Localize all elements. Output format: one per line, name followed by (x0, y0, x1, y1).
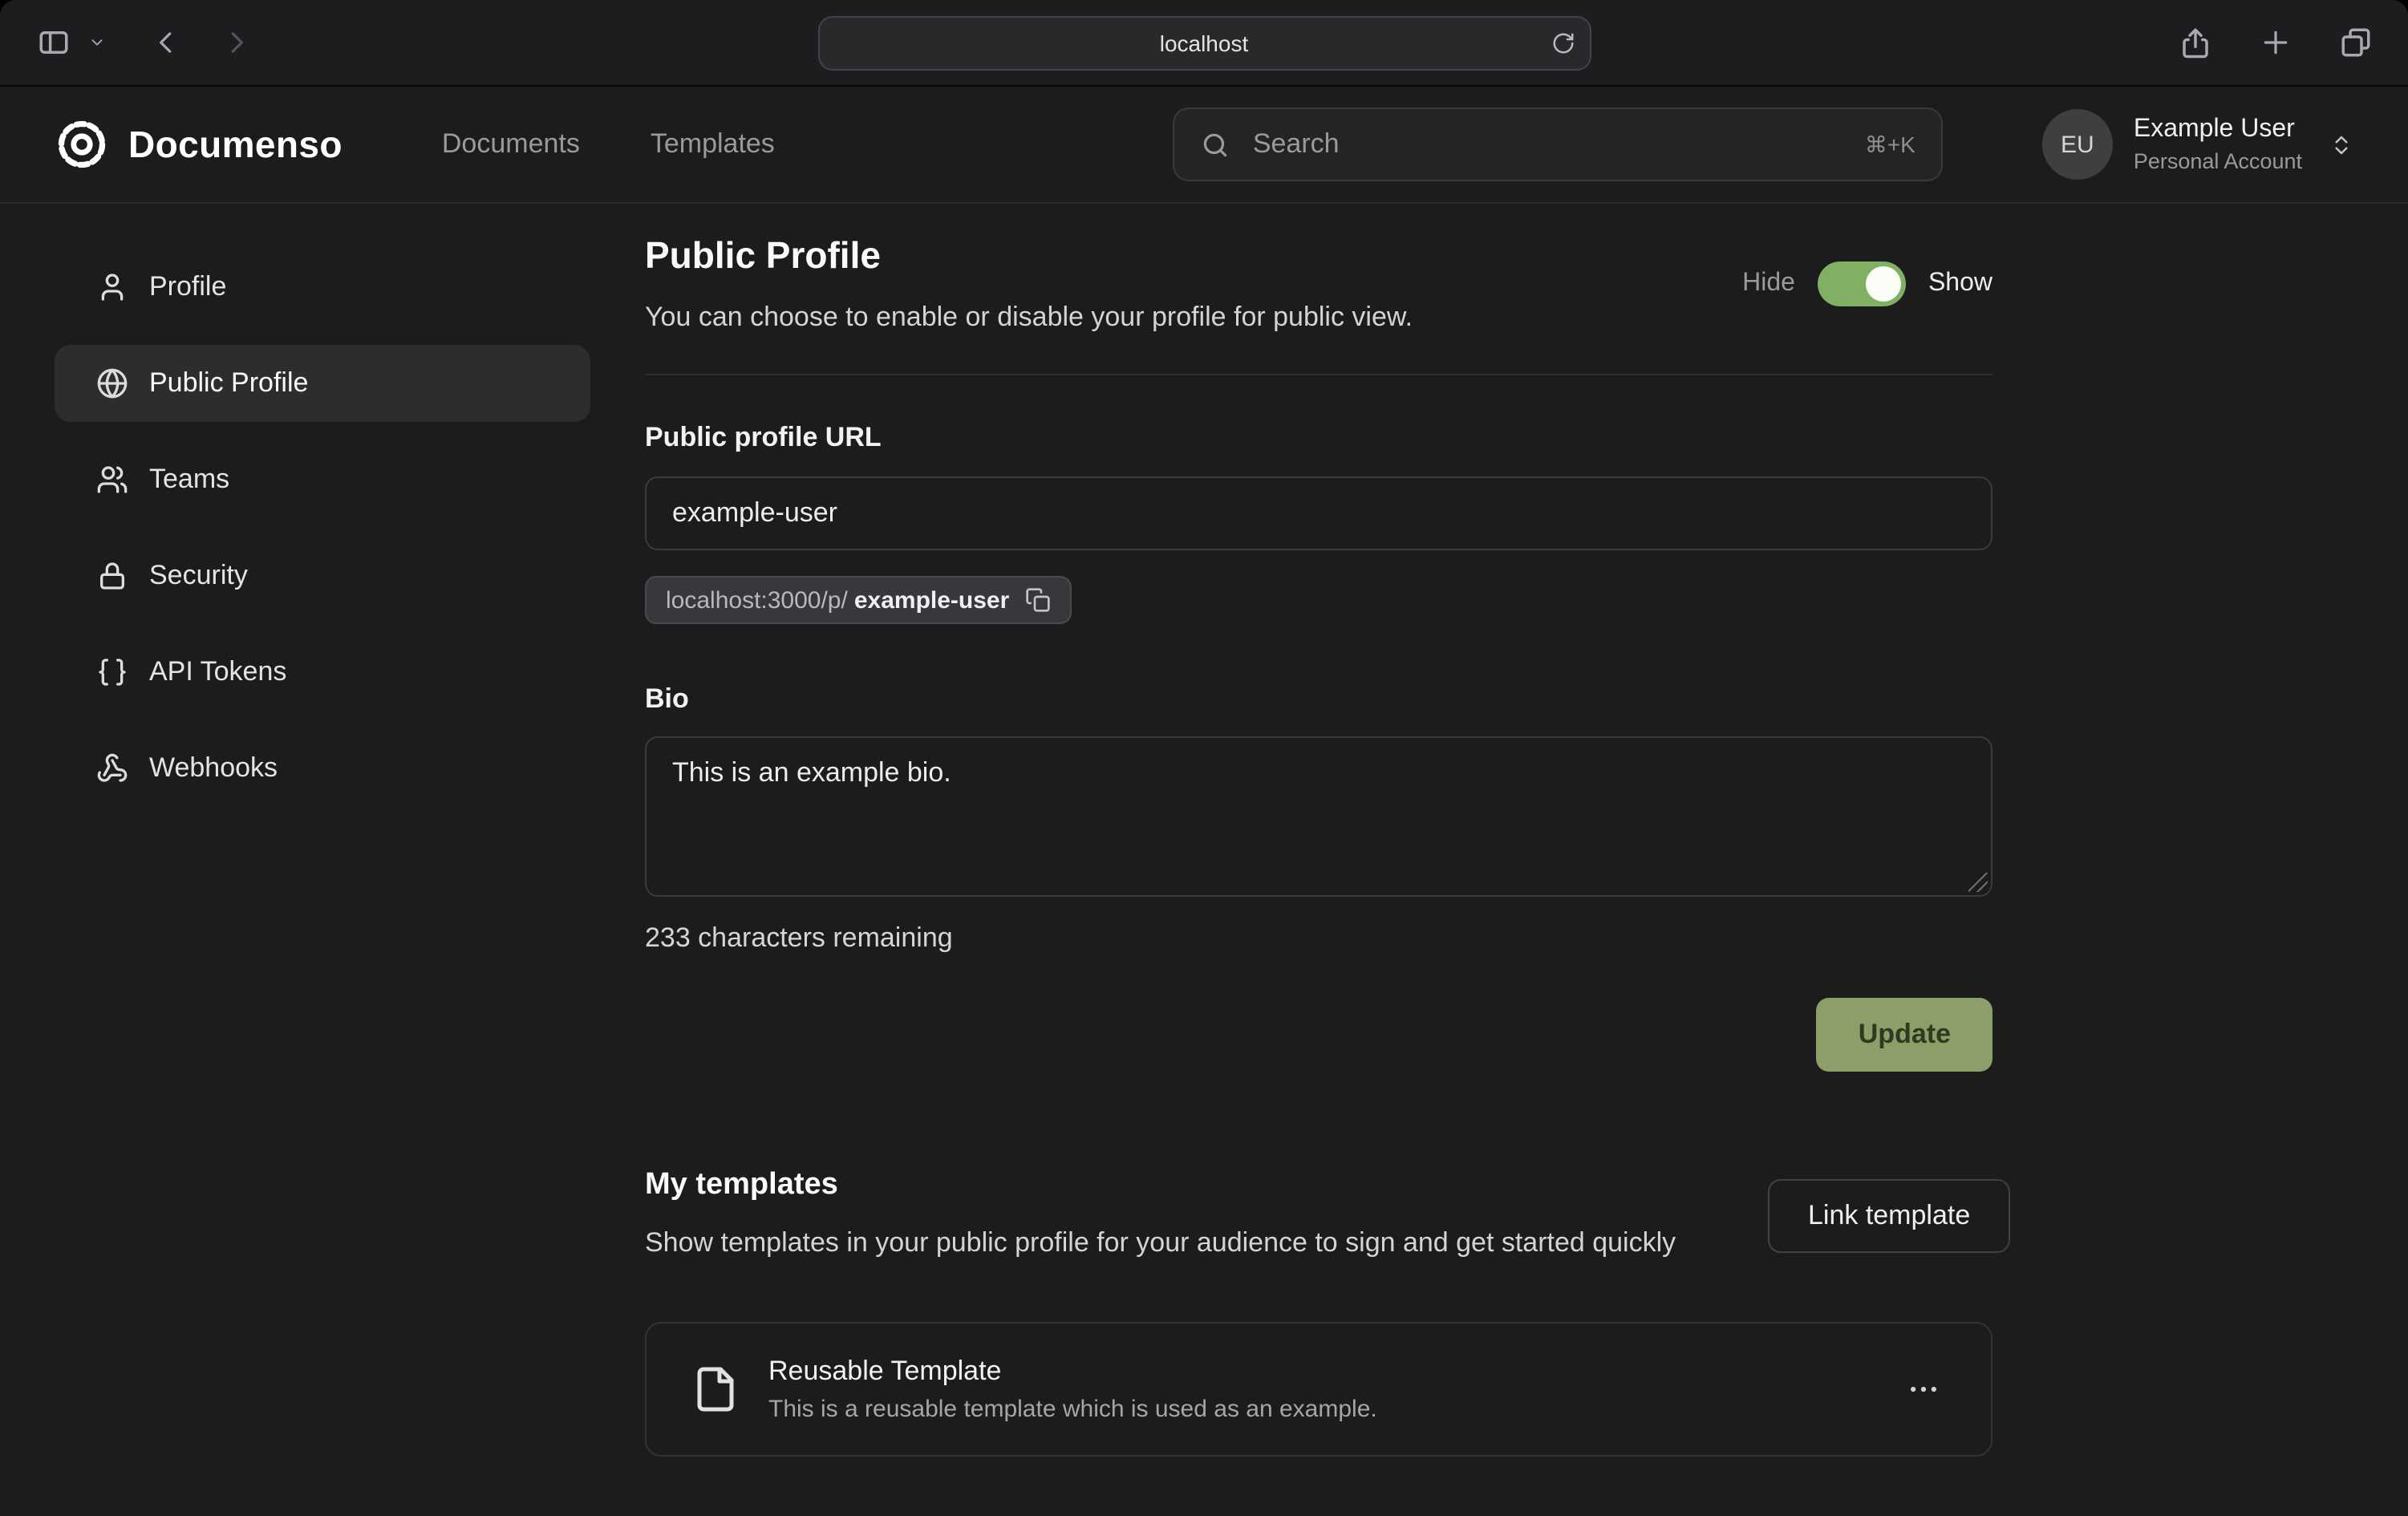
nav-documents[interactable]: Documents (442, 128, 580, 160)
page-header-text: Public Profile You can choose to enable … (645, 234, 1413, 334)
sidebar-item-label: Webhooks (149, 752, 278, 784)
search-box[interactable]: ⌘+K (1173, 107, 1943, 181)
my-templates-header-text: My templates Show templates in your publ… (645, 1168, 1768, 1265)
settings-sidebar: Profile Public Profile Teams (0, 204, 645, 1516)
bio-textarea[interactable]: This is an example bio. (645, 736, 1992, 897)
sidebar-item-teams[interactable]: Teams (55, 441, 590, 518)
webhook-icon (96, 752, 128, 784)
public-profile-settings: Public Profile You can choose to enable … (645, 204, 1992, 1516)
app-header: Documenso Documents Templates ⌘+K EU Exa… (0, 87, 2408, 204)
user-icon (96, 271, 128, 303)
braces-icon (96, 656, 128, 688)
lock-icon (96, 560, 128, 592)
template-description: This is a reusable template which is use… (768, 1396, 1377, 1424)
profile-url-slug: example-user (854, 586, 1009, 614)
profile-url-label: Public profile URL (645, 422, 1992, 454)
avatar: EU (2042, 109, 2113, 180)
my-templates-title: My templates (645, 1168, 1768, 1203)
chrome-left-controls (29, 18, 260, 67)
file-icon (691, 1366, 740, 1414)
brand-name: Documenso (128, 123, 343, 166)
forward-icon[interactable] (212, 18, 260, 67)
users-icon (96, 464, 128, 496)
new-tab-icon[interactable] (2251, 18, 2299, 67)
user-meta: Example User Personal Account (2134, 116, 2302, 173)
nav-templates[interactable]: Templates (651, 128, 775, 160)
sidebar-item-label: Security (149, 560, 248, 592)
user-menu[interactable]: EU Example User Personal Account (2042, 109, 2353, 180)
app-body: Profile Public Profile Teams (0, 204, 2408, 1516)
link-template-button[interactable]: Link template (1768, 1179, 2010, 1253)
template-name: Reusable Template (768, 1356, 1377, 1388)
share-icon[interactable] (2171, 18, 2219, 67)
back-icon[interactable] (141, 18, 189, 67)
sidebar-item-label: API Tokens (149, 656, 286, 688)
sidebar-item-webhooks[interactable]: Webhooks (55, 730, 590, 807)
visibility-toggle[interactable] (1818, 261, 1906, 306)
chevrons-up-down-icon (2329, 132, 2353, 156)
app: Documenso Documents Templates ⌘+K EU Exa… (0, 87, 2408, 1516)
section-divider (645, 374, 1992, 375)
page-subtitle: You can choose to enable or disable your… (645, 302, 1413, 334)
sidebar-toggle-icon[interactable] (29, 18, 77, 67)
brand[interactable]: Documenso (55, 117, 343, 172)
browser-window: localhost Documenso (0, 0, 2408, 1516)
copy-icon[interactable] (1025, 587, 1051, 613)
bio-label: Bio (645, 683, 1992, 715)
search-shortcut: ⌘+K (1865, 131, 1915, 158)
profile-url-prefix: localhost:3000/p/ (666, 586, 848, 614)
search-input[interactable] (1250, 127, 1846, 162)
tab-overview-icon[interactable] (2331, 18, 2379, 67)
my-templates-description: Show templates in your public profile fo… (645, 1222, 1768, 1265)
ellipsis-menu-icon[interactable] (1901, 1368, 1946, 1413)
browser-chrome: localhost (0, 0, 2408, 87)
template-card[interactable]: Reusable Template This is a reusable tem… (645, 1323, 1992, 1457)
my-templates-header: My templates Show templates in your publ… (645, 1168, 1992, 1265)
address-bar-text: localhost (1160, 30, 1249, 55)
sidebar-item-api-tokens[interactable]: API Tokens (55, 634, 590, 711)
visibility-toggle-group: Hide Show (1742, 261, 1992, 306)
sidebar-item-security[interactable]: Security (55, 537, 590, 614)
documenso-logo-icon (55, 117, 109, 172)
profile-url-input[interactable] (645, 476, 1992, 550)
update-row: Update (645, 998, 1992, 1072)
chevron-down-icon[interactable] (83, 18, 109, 67)
avatar-initials: EU (2061, 131, 2094, 158)
address-bar[interactable]: localhost (817, 15, 1591, 70)
user-account-type: Personal Account (2134, 149, 2302, 173)
sidebar-item-label: Profile (149, 271, 226, 303)
sidebar-item-label: Public Profile (149, 367, 308, 399)
globe-icon (96, 367, 128, 399)
sidebar-item-label: Teams (149, 464, 229, 496)
chrome-right-controls (2171, 18, 2379, 67)
update-button[interactable]: Update (1817, 998, 1992, 1072)
user-name: Example User (2134, 116, 2302, 144)
history-controls (141, 18, 260, 67)
page-title: Public Profile (645, 234, 1413, 278)
characters-remaining: 233 characters remaining (645, 922, 1992, 955)
profile-url-preview[interactable]: localhost:3000/p/example-user (645, 576, 1072, 624)
template-card-text: Reusable Template This is a reusable tem… (768, 1356, 1377, 1424)
search-icon (1200, 129, 1230, 160)
main-nav: Documents Templates (442, 128, 775, 160)
reload-icon[interactable] (1551, 30, 1575, 55)
toggle-knob (1866, 266, 1901, 302)
toggle-show-label: Show (1928, 270, 1992, 298)
bio-textarea-wrap: This is an example bio. (645, 736, 1992, 897)
page-header-row: Public Profile You can choose to enable … (645, 234, 1992, 334)
toggle-hide-label: Hide (1742, 270, 1795, 298)
sidebar-item-public-profile[interactable]: Public Profile (55, 345, 590, 422)
sidebar-item-profile[interactable]: Profile (55, 249, 590, 326)
